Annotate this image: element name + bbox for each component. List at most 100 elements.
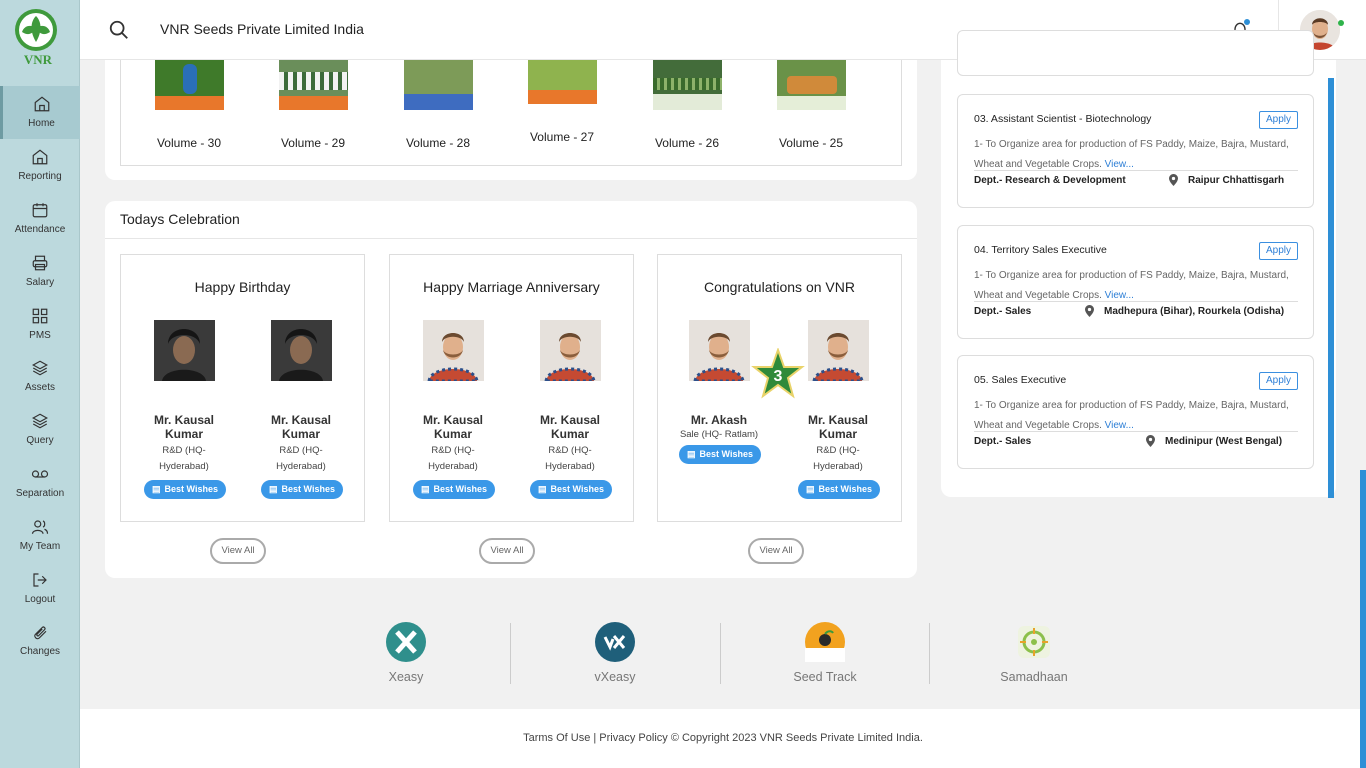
person-photo	[688, 320, 750, 381]
footer-text: Tarms Of Use | Privacy Policy © Copyrigh…	[523, 732, 923, 744]
nav-label: Logout	[24, 593, 56, 605]
online-status-dot	[1338, 20, 1344, 26]
person-name: Mr. Kausal Kumar	[153, 413, 215, 441]
nav-label: Separation	[15, 487, 65, 499]
layers-icon	[32, 360, 48, 376]
job-title: 04. Territory Sales Executive	[974, 244, 1107, 256]
nav-item-attendance[interactable]: Attendance	[0, 192, 80, 245]
jobs-scrollbar[interactable]	[1328, 78, 1334, 498]
years-badge-number: 3	[774, 368, 783, 385]
cake-icon: ▤	[687, 449, 696, 459]
magazine-cover	[154, 60, 224, 110]
nav-item-query[interactable]: Query	[0, 403, 80, 456]
best-wishes-button[interactable]: ▤ Best Wishes	[798, 480, 880, 499]
person-name: Mr. Kausal Kumar	[539, 413, 601, 441]
company-name: VNR Seeds Private Limited India	[160, 21, 364, 37]
magazine-label: Volume - 25	[778, 136, 844, 150]
nav-item-separation[interactable]: Separation	[0, 456, 80, 509]
sidebar-nav: Home Reporting Attendance Salary PMS Ass…	[0, 86, 80, 667]
magazine-volume-28[interactable]: Volume - 28	[398, 60, 478, 150]
nav-label: My Team	[19, 540, 61, 552]
nav-item-assets[interactable]: Assets	[0, 350, 80, 403]
job-openings-panel: 03. Assistant Scientist - Biotechnology …	[941, 30, 1336, 497]
view-more-link[interactable]: View...	[1105, 159, 1134, 170]
magazine-cover	[652, 60, 722, 110]
notification-dot	[1244, 19, 1250, 25]
best-wishes-button[interactable]: ▤ Best Wishes	[413, 480, 495, 499]
work-anniversary-box: Congratulations on VNR Mr. Akash Sale (H…	[657, 254, 902, 522]
divider	[974, 170, 1298, 171]
app-xeasy[interactable]: Xeasy	[356, 622, 456, 684]
app-vxeasy[interactable]: vXeasy	[565, 622, 665, 684]
view-more-link[interactable]: View...	[1105, 290, 1134, 301]
app-label: Seed Track	[793, 670, 857, 684]
apply-button[interactable]: Apply	[1259, 372, 1298, 390]
page-scrollbar[interactable]	[1360, 470, 1366, 768]
nav-item-reporting[interactable]: Reporting	[0, 139, 80, 192]
apply-button[interactable]: Apply	[1259, 242, 1298, 260]
nav-item-logout[interactable]: Logout	[0, 561, 80, 614]
location-pin-icon	[1146, 435, 1155, 447]
box-heading: Happy Marriage Anniversary	[423, 279, 600, 295]
seed-track-icon	[805, 622, 845, 662]
job-description: 1- To Organize area for production of FS…	[974, 270, 1289, 301]
view-all-birthday-button[interactable]: View All	[210, 538, 266, 564]
person-name: Mr. Akash	[690, 413, 748, 427]
divider	[105, 238, 917, 239]
best-wishes-button[interactable]: ▤ Best Wishes	[679, 445, 761, 464]
person-name: Mr. Kausal Kumar	[807, 413, 869, 441]
view-all-work-anniversary-button[interactable]: View All	[748, 538, 804, 564]
calendar-icon	[32, 203, 48, 218]
nav-item-home[interactable]: Home	[0, 86, 80, 139]
job-card: 04. Territory Sales Executive Apply 1- T…	[957, 225, 1314, 339]
cake-icon: ▤	[806, 484, 815, 494]
magazine-cover	[776, 60, 846, 110]
job-card-partial	[957, 30, 1314, 76]
person-photo	[539, 320, 601, 381]
vnr-logo[interactable]: VNR	[12, 6, 62, 68]
job-card: 03. Assistant Scientist - Biotechnology …	[957, 94, 1314, 208]
celebration-card: Todays Celebration Happy Birthday Mr. Ka…	[105, 201, 917, 578]
app-seed-track[interactable]: Seed Track	[775, 622, 875, 684]
xeasy-icon	[386, 622, 426, 662]
magazine-volume-27[interactable]: Volume - 27	[522, 60, 602, 144]
magazine-volume-29[interactable]: Volume - 29	[273, 60, 353, 150]
magazine-label: Volume - 29	[280, 136, 346, 150]
job-location: Madhepura (Bihar), Rourkela (Odisha)	[1104, 306, 1285, 317]
leaf-logo-icon	[15, 9, 57, 51]
nav-item-my-team[interactable]: My Team	[0, 508, 80, 561]
magazine-volume-26[interactable]: Volume - 26	[647, 60, 727, 150]
job-dept: Dept.- Sales	[974, 306, 1032, 317]
grid-icon	[32, 308, 48, 323]
app-label: Xeasy	[388, 670, 424, 684]
app-samadhaan[interactable]: Samadhaan	[984, 622, 1084, 684]
magazine-volume-25[interactable]: Volume - 25	[771, 60, 851, 150]
magazine-label: Volume - 26	[654, 136, 720, 150]
location-pin-icon	[1085, 305, 1094, 317]
magazine-label: Volume - 28	[405, 136, 471, 150]
best-wishes-button[interactable]: ▤ Best Wishes	[261, 480, 343, 499]
best-wishes-button[interactable]: ▤ Best Wishes	[144, 480, 226, 499]
person-card: Mr. Kausal Kumar R&D (HQ-Hyderabad) ▤ Bes…	[530, 320, 612, 499]
divider	[929, 623, 930, 684]
magazine-cover	[527, 60, 597, 104]
cake-icon: ▤	[152, 484, 161, 494]
nav-item-changes[interactable]: Changes	[0, 614, 80, 667]
voicemail-icon	[31, 470, 49, 478]
nav-label: PMS	[29, 329, 51, 341]
person-card: Mr. Kausal Kumar R&D (HQ-Hyderabad) ▤ Bes…	[144, 320, 226, 499]
magazine-label: Volume - 27	[529, 130, 595, 144]
job-description: 1- To Organize area for production of FS…	[974, 400, 1289, 431]
search-icon[interactable]	[108, 19, 130, 41]
best-wishes-button[interactable]: ▤ Best Wishes	[530, 480, 612, 499]
magazine-list: Volume - 30 Volume - 29 Volume - 28 Volu…	[120, 60, 902, 166]
nav-item-salary[interactable]: Salary	[0, 244, 80, 297]
anniversary-box: Happy Marriage Anniversary Mr. Kausal Ku…	[389, 254, 634, 522]
view-more-link[interactable]: View...	[1105, 420, 1134, 431]
box-heading: Congratulations on VNR	[704, 279, 855, 295]
nav-item-pms[interactable]: PMS	[0, 297, 80, 350]
person-photo	[270, 320, 332, 381]
magazine-volume-30[interactable]: Volume - 30	[149, 60, 229, 150]
view-all-anniversary-button[interactable]: View All	[479, 538, 535, 564]
apply-button[interactable]: Apply	[1259, 111, 1298, 129]
